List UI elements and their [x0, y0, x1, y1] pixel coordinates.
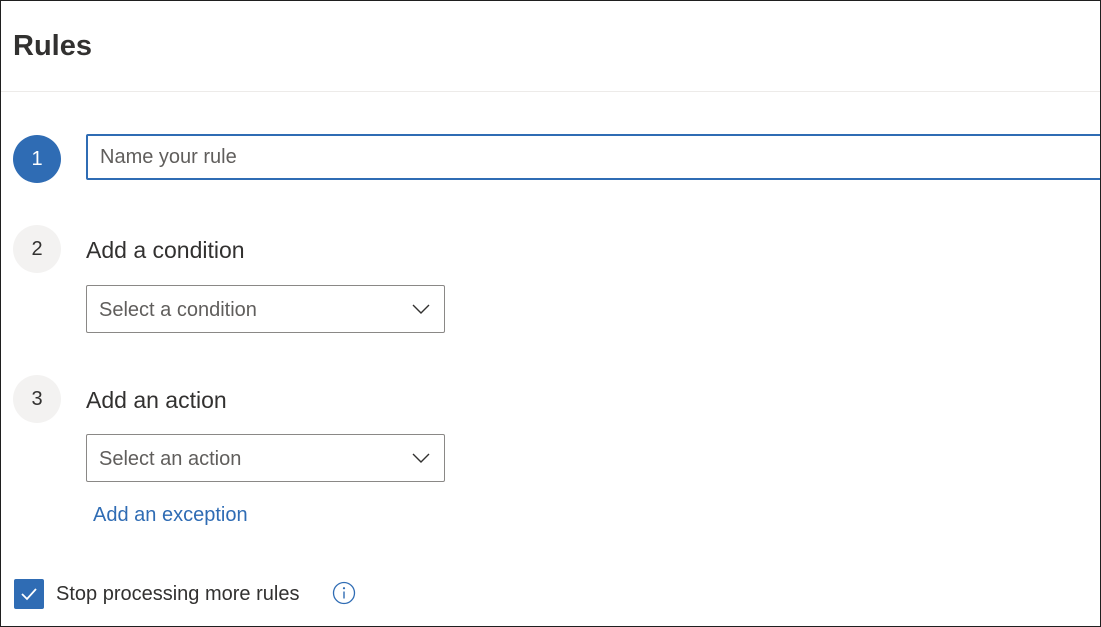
checkmark-icon — [21, 588, 37, 601]
condition-dropdown[interactable]: Select a condition — [86, 285, 445, 333]
condition-dropdown-value: Select a condition — [99, 299, 257, 321]
add-condition-label: Add a condition — [86, 237, 245, 263]
action-dropdown[interactable]: Select an action — [86, 434, 445, 482]
step-1-indicator: 1 — [13, 135, 61, 183]
add-action-label: Add an action — [86, 387, 227, 413]
info-icon[interactable] — [332, 581, 356, 605]
stop-processing-checkbox[interactable] — [14, 579, 44, 609]
chevron-down-icon — [412, 453, 430, 463]
action-dropdown-value: Select an action — [99, 448, 242, 470]
rules-panel: Rules 1 2 Add a condition Select a condi… — [0, 0, 1101, 627]
rule-name-input[interactable] — [86, 134, 1100, 180]
stop-processing-label: Stop processing more rules — [56, 583, 300, 605]
page-title: Rules — [13, 30, 92, 62]
add-exception-link[interactable]: Add an exception — [93, 502, 248, 528]
step-2-indicator: 2 — [13, 225, 61, 273]
header: Rules — [1, 1, 1100, 92]
step-3-indicator: 3 — [13, 375, 61, 423]
chevron-down-icon — [412, 304, 430, 314]
